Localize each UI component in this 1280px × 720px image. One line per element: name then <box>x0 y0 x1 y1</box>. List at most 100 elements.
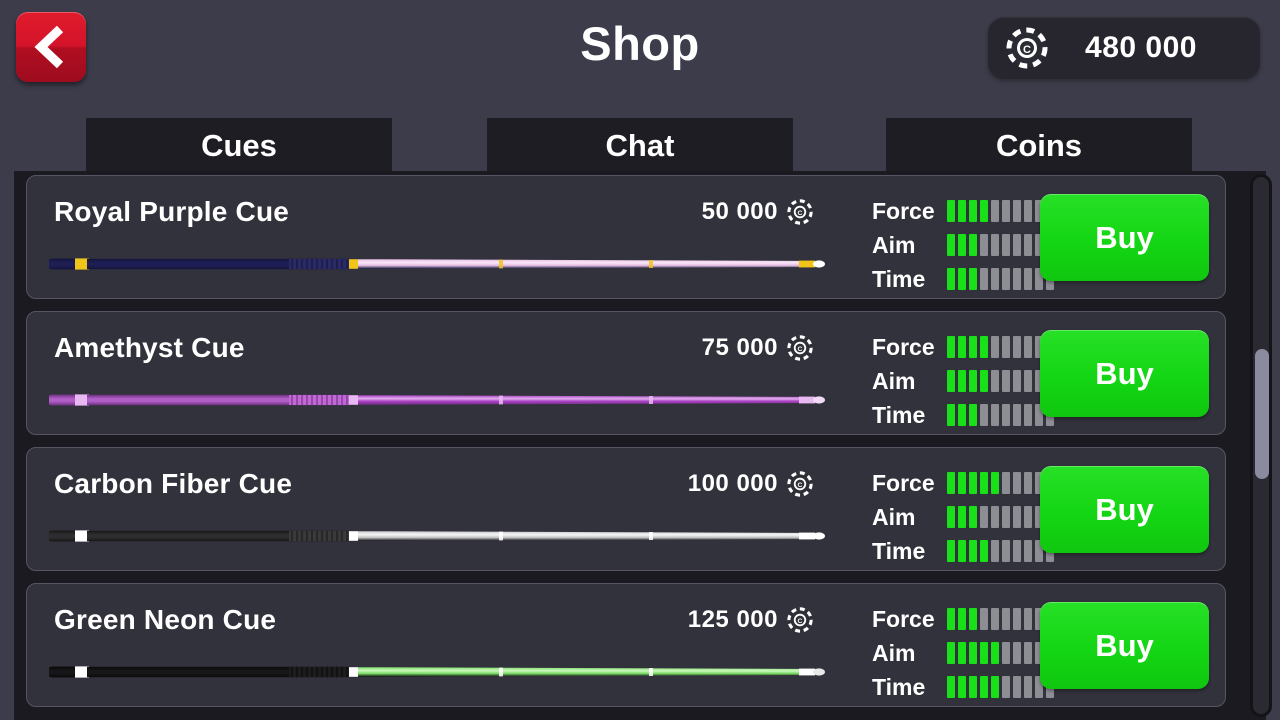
aim-segment <box>958 642 966 664</box>
svg-text:C: C <box>798 482 803 489</box>
poker-chip-coin-icon: C <box>787 199 813 225</box>
force-segment <box>958 472 966 494</box>
cue-name: Amethyst Cue <box>54 332 245 363</box>
aim-segment <box>958 234 966 256</box>
stat-force-label: Force <box>872 197 935 224</box>
time-segment <box>947 404 955 426</box>
poker-chip-coin-icon: C <box>1006 27 1048 69</box>
time-segment <box>980 676 988 698</box>
cue-artwork <box>49 530 825 542</box>
aim-segment <box>969 370 977 392</box>
time-segment <box>980 540 988 562</box>
shop-screen: Shop C 480 000 Cues Chat Coins Royal Pur… <box>0 0 1280 720</box>
cue-price-value: 125 000 <box>687 606 778 633</box>
time-segment <box>947 540 955 562</box>
aim-segment <box>991 234 999 256</box>
force-segment <box>969 608 977 630</box>
time-bar <box>947 540 1054 562</box>
cue-list[interactable]: Royal Purple Cue 50 000 C Force Aim Time Buy Am… <box>14 171 1266 720</box>
force-segment <box>1013 336 1021 358</box>
tab-cues[interactable]: Cues <box>86 118 392 174</box>
aim-segment <box>958 370 966 392</box>
svg-text:C: C <box>1023 44 1031 56</box>
force-segment <box>969 200 977 222</box>
time-segment <box>958 404 966 426</box>
aim-segment <box>1024 370 1032 392</box>
time-bar <box>947 268 1054 290</box>
force-segment <box>1024 472 1032 494</box>
stat-aim-label: Aim <box>872 503 916 530</box>
scrollbar-track[interactable] <box>1250 174 1272 717</box>
time-segment <box>1013 540 1021 562</box>
buy-button[interactable]: Buy <box>1040 466 1209 553</box>
tab-cues-label: Cues <box>201 128 277 163</box>
buy-button-label: Buy <box>1095 491 1154 527</box>
tab-chat[interactable]: Chat <box>487 118 793 174</box>
cue-price-value: 75 000 <box>701 334 778 361</box>
force-segment <box>980 472 988 494</box>
svg-text:C: C <box>798 210 803 217</box>
force-segment <box>947 472 955 494</box>
time-segment <box>1013 404 1021 426</box>
force-bar <box>947 336 1054 358</box>
aim-segment <box>947 642 955 664</box>
coin-balance-pill[interactable]: C 480 000 <box>988 17 1260 79</box>
aim-bar <box>947 370 1054 392</box>
cue-name: Carbon Fiber Cue <box>54 468 293 499</box>
tab-coins[interactable]: Coins <box>886 118 1192 174</box>
tab-bar: Cues Chat Coins <box>0 118 1280 174</box>
buy-button[interactable]: Buy <box>1040 194 1209 281</box>
force-segment <box>958 608 966 630</box>
aim-segment <box>969 642 977 664</box>
force-segment <box>1002 608 1010 630</box>
aim-segment <box>1013 506 1021 528</box>
time-bar <box>947 404 1054 426</box>
buy-button-label: Buy <box>1095 219 1154 255</box>
force-segment <box>980 200 988 222</box>
force-segment <box>1002 472 1010 494</box>
header-bar: Shop C 480 000 <box>0 0 1280 100</box>
time-segment <box>991 268 999 290</box>
cue-card[interactable]: Green Neon Cue 125 000 C Force Aim Time Buy <box>26 583 1226 707</box>
cue-image <box>49 386 829 414</box>
aim-segment <box>1024 234 1032 256</box>
cue-price: 100 000 C <box>688 470 813 498</box>
time-segment <box>947 676 955 698</box>
aim-segment <box>980 642 988 664</box>
cue-price-value: 50 000 <box>701 198 778 225</box>
aim-bar <box>947 234 1054 256</box>
cue-card[interactable]: Royal Purple Cue 50 000 C Force Aim Time Buy <box>26 175 1226 299</box>
cue-card[interactable]: Carbon Fiber Cue 100 000 C Force Aim Time Buy <box>26 447 1226 571</box>
stat-aim-label: Aim <box>872 639 916 666</box>
time-segment <box>969 404 977 426</box>
time-segment <box>991 404 999 426</box>
aim-segment <box>980 506 988 528</box>
aim-segment <box>1024 642 1032 664</box>
force-segment <box>947 336 955 358</box>
time-segment <box>1002 404 1010 426</box>
buy-button[interactable]: Buy <box>1040 330 1209 417</box>
time-segment <box>969 676 977 698</box>
buy-button[interactable]: Buy <box>1040 602 1209 689</box>
poker-chip-coin-icon: C <box>787 335 813 361</box>
stat-aim-label: Aim <box>872 367 916 394</box>
cue-card[interactable]: Amethyst Cue 75 000 C Force Aim Time Buy <box>26 311 1226 435</box>
stat-time-label: Time <box>872 537 926 564</box>
buy-button-label: Buy <box>1095 627 1154 663</box>
stat-time-label: Time <box>872 401 926 428</box>
aim-segment <box>1013 234 1021 256</box>
cue-image <box>49 522 829 550</box>
cue-artwork <box>49 258 825 270</box>
aim-segment <box>958 506 966 528</box>
time-segment <box>1002 676 1010 698</box>
aim-segment <box>1013 642 1021 664</box>
cue-image <box>49 250 829 278</box>
time-segment <box>1024 268 1032 290</box>
force-bar <box>947 472 1054 494</box>
scrollbar-thumb[interactable] <box>1255 349 1269 479</box>
time-segment <box>991 676 999 698</box>
force-segment <box>991 472 999 494</box>
time-segment <box>1002 540 1010 562</box>
tab-coins-label: Coins <box>995 128 1083 163</box>
aim-segment <box>991 506 999 528</box>
